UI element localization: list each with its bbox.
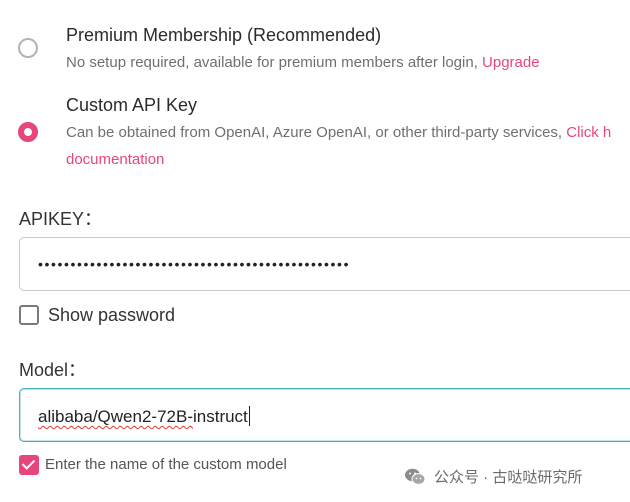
premium-desc-text: No setup required, available for premium…: [66, 54, 478, 71]
apikey-label: APIKEY：: [19, 209, 103, 229]
custom-desc-text: Can be obtained from OpenAI, Azure OpenA…: [66, 124, 563, 141]
custom-api-key-title: Custom API Key: [66, 95, 198, 115]
custom-model-checkbox[interactable]: [19, 455, 39, 475]
checkmark-icon: [21, 456, 36, 470]
wechat-icon: [405, 468, 426, 485]
custom-api-key-radio[interactable]: [18, 122, 38, 142]
apikey-value: ••••••••••••••••••••••••••••••••••••••••…: [38, 256, 351, 272]
documentation-line: documentation: [66, 146, 164, 173]
upgrade-link[interactable]: Upgrade: [482, 54, 540, 71]
premium-title: Premium Membership (Recommended): [66, 25, 382, 45]
model-value-rest: instruct: [192, 407, 248, 426]
custom-api-key-desc: Can be obtained from OpenAI, Azure OpenA…: [66, 119, 611, 146]
custom-model-label[interactable]: Enter the name of the custom model: [45, 456, 287, 473]
apikey-input[interactable]: ••••••••••••••••••••••••••••••••••••••••…: [19, 237, 630, 291]
premium-desc: No setup required, available for premium…: [66, 49, 540, 76]
show-password-checkbox[interactable]: [19, 305, 39, 325]
documentation-link[interactable]: documentation: [66, 151, 164, 168]
model-value: alibaba/Qwen2-72B-instruct: [38, 406, 250, 427]
model-input[interactable]: alibaba/Qwen2-72B-instruct: [19, 388, 630, 442]
wechat-watermark: 公众号 · 古哒哒研究所: [404, 466, 582, 487]
click-here-link[interactable]: Click h: [566, 124, 611, 141]
premium-radio[interactable]: [18, 38, 38, 58]
model-value-misspelled: alibaba/Qwen2-72B-: [38, 407, 193, 426]
text-caret: [248, 406, 250, 426]
show-password-label[interactable]: Show password: [48, 305, 175, 326]
watermark-text: 公众号 · 古哒哒研究所: [434, 469, 583, 486]
model-label: Model：: [19, 360, 87, 380]
